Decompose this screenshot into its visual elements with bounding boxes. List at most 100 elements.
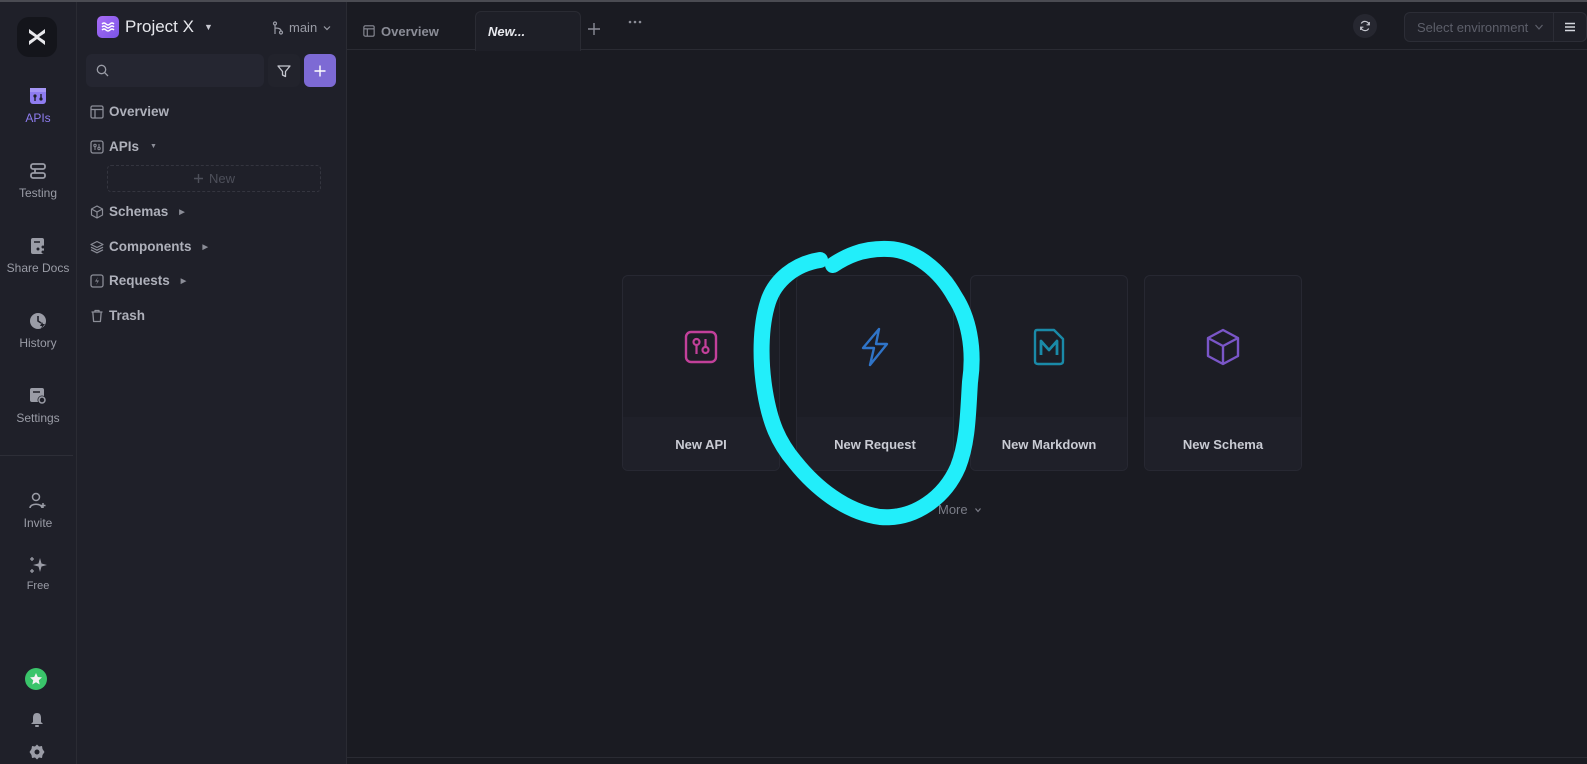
main-content (347, 51, 1587, 764)
project-switcher[interactable]: Project X ▼ (97, 16, 213, 38)
layout-icon (90, 104, 104, 119)
tree-item-apis[interactable]: APIs ▼ (90, 139, 157, 154)
filter-icon (277, 64, 291, 77)
sync-button[interactable] (1353, 14, 1377, 38)
rail-item-label: Invite (23, 516, 53, 530)
trash-icon (91, 309, 103, 322)
star-icon (30, 673, 42, 685)
tab-label: New... (488, 24, 526, 39)
search-input[interactable] (117, 63, 257, 78)
tree-item-label: Components (109, 239, 192, 254)
chevron-down-icon (1535, 24, 1544, 30)
plus-icon (193, 174, 203, 183)
tab-new[interactable]: New... (475, 11, 581, 51)
chevron-down-icon (323, 25, 331, 30)
more-horizontal-icon (628, 20, 642, 24)
caret-down-icon: ▼ (203, 22, 213, 32)
tree-item-overview[interactable]: Overview (90, 104, 169, 119)
api-icon (27, 85, 49, 107)
caret-down-icon: ▼ (150, 143, 157, 150)
layers-icon (90, 240, 104, 253)
plus-icon (314, 65, 326, 76)
markdown-icon (1033, 328, 1065, 365)
tree-item-label: Schemas (109, 204, 169, 219)
tab-label: Overview (381, 23, 439, 39)
rail-item-settings[interactable]: Settings (0, 385, 76, 425)
history-icon (27, 310, 49, 332)
rail-item-label: Share Docs (6, 261, 70, 275)
more-label: More (938, 502, 968, 517)
lightning-icon (90, 273, 104, 288)
tree-item-trash[interactable]: Trash (90, 308, 145, 323)
search-icon (96, 64, 109, 77)
api-icon (90, 139, 104, 154)
gear-icon (29, 744, 45, 760)
new-schema-card[interactable]: New Schema (1144, 275, 1302, 471)
rail-item-label: History (19, 336, 57, 350)
new-tab-button[interactable] (587, 16, 601, 42)
project-icon (97, 16, 119, 38)
add-button[interactable] (304, 54, 336, 87)
new-api-card[interactable]: New API (622, 275, 780, 471)
card-label: New Schema (1145, 417, 1301, 470)
refresh-icon (1360, 20, 1370, 32)
logo-icon (29, 29, 45, 45)
new-label: New (208, 171, 235, 186)
rail-item-invite[interactable]: Invite (0, 490, 76, 530)
lightning-icon (861, 327, 889, 366)
branch-selector[interactable]: main (272, 20, 332, 35)
preferences-button[interactable] (29, 744, 45, 764)
tree-item-label: APIs (109, 139, 140, 154)
rail-item-share-docs[interactable]: Share Docs (0, 235, 76, 275)
rail-item-label: Settings (16, 411, 60, 425)
avatar[interactable] (25, 668, 47, 690)
new-api-button[interactable]: New (107, 165, 321, 192)
tree-item-schemas[interactable]: Schemas ▶ (90, 204, 185, 219)
branch-name: main (289, 20, 318, 35)
bell-icon (31, 713, 43, 727)
menu-button[interactable] (1554, 12, 1587, 42)
notifications-button[interactable] (29, 712, 45, 733)
rail-item-label: Testing (18, 186, 58, 200)
cube-icon (1206, 328, 1240, 365)
layout-icon (363, 25, 375, 37)
tree-item-label: Requests (109, 273, 170, 288)
rail-item-testing[interactable]: Testing (0, 160, 76, 200)
cube-icon (90, 204, 104, 219)
filter-button[interactable] (268, 54, 300, 87)
rail-item-label: APIs (25, 111, 51, 125)
invite-user-icon (27, 490, 49, 512)
tree-item-label: Overview (109, 104, 170, 119)
new-markdown-card[interactable]: New Markdown (970, 275, 1128, 471)
environment-select[interactable]: Select environment (1404, 12, 1554, 42)
status-bar-divider (347, 757, 1587, 758)
search-box[interactable] (86, 54, 264, 87)
card-label: New Request (797, 417, 953, 470)
tree-item-requests[interactable]: Requests ▶ (90, 273, 186, 288)
new-request-card[interactable]: New Request (796, 275, 954, 471)
app-logo[interactable] (17, 17, 57, 57)
tab-overview[interactable]: Overview (363, 11, 439, 51)
rail-item-free[interactable]: Free (0, 554, 76, 592)
project-name: Project X (125, 17, 194, 36)
git-branch-icon (272, 20, 284, 35)
settings-icon (27, 385, 49, 407)
left-rail: APIs Testing Share Docs History Settings… (0, 2, 77, 764)
tree-item-components[interactable]: Components ▶ (90, 239, 208, 254)
hamburger-icon (1565, 22, 1575, 32)
chevron-down-icon (974, 507, 981, 512)
rail-item-history[interactable]: History (0, 310, 76, 350)
share-docs-icon (27, 235, 49, 257)
plus-icon (588, 23, 600, 35)
environment-placeholder: Select environment (1417, 19, 1529, 35)
card-label: New Markdown (971, 417, 1127, 470)
rail-item-apis[interactable]: APIs (0, 85, 76, 125)
project-sidebar: Project X ▼ main Overview APIs ▼ New Sch… (77, 2, 347, 764)
more-button[interactable]: More (938, 502, 982, 517)
testing-icon (27, 160, 49, 182)
tab-options-button[interactable] (627, 14, 643, 35)
sparkle-icon (27, 554, 49, 576)
tree-item-label: Trash (109, 308, 146, 323)
card-label: New API (623, 417, 779, 470)
caret-right-icon: ▶ (180, 277, 187, 285)
